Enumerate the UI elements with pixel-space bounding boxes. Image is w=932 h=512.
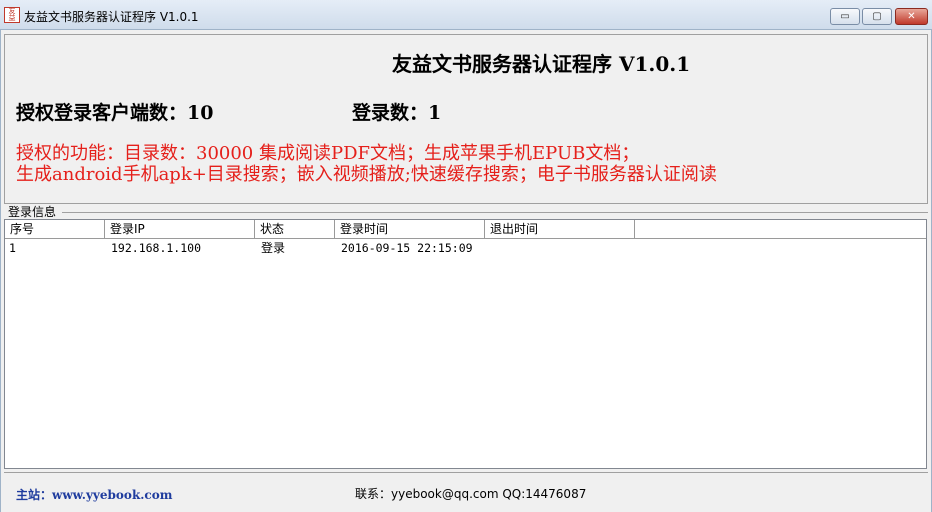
minimize-icon: ▭ xyxy=(840,11,850,22)
login-info-group-label: 登录信息 xyxy=(8,205,57,219)
maximize-icon: ▢ xyxy=(872,11,882,22)
column-header-login-time[interactable]: 登录时间 xyxy=(335,220,485,238)
cell-logout-time xyxy=(487,239,491,257)
window-title: 友益文书服务器认证程序 V1.0.1 xyxy=(24,10,199,24)
cell-status: 登录 xyxy=(261,241,286,255)
login-list[interactable]: 序号 登录IP 状态 登录时间 退出时间 1 192.168.1.100 登录 … xyxy=(4,219,927,469)
group-divider xyxy=(62,212,928,213)
authorized-clients-count: 授权登录客户端数：10 xyxy=(16,102,214,124)
column-header-status[interactable]: 状态 xyxy=(255,220,335,238)
app-heading: 友益文书服务器认证程序 V1.0.1 xyxy=(392,52,691,76)
cell-login-time: 2016-09-15 22:15:09 xyxy=(341,241,473,255)
features-line-2: 生成android手机apk+目录搜索；嵌入视频播放;快速缓存搜索；电子书服务器… xyxy=(16,164,717,185)
column-header-no[interactable]: 序号 xyxy=(5,220,105,238)
title-bar: 友益 友益文书服务器认证程序 V1.0.1 ▭ ▢ ✕ xyxy=(0,0,932,30)
column-header-logout-time[interactable]: 退出时间 xyxy=(485,220,635,238)
maximize-button[interactable]: ▢ xyxy=(862,8,892,25)
site-link[interactable]: 主站：www.yyebook.com xyxy=(16,486,172,503)
list-header: 序号 登录IP 状态 登录时间 退出时间 xyxy=(5,220,926,239)
minimize-button[interactable]: ▭ xyxy=(830,8,860,25)
column-header-ip[interactable]: 登录IP xyxy=(105,220,255,238)
cell-no: 1 xyxy=(9,241,16,255)
close-icon: ✕ xyxy=(907,11,916,22)
app-logo-icon: 友益 xyxy=(4,7,20,23)
login-count: 登录数：1 xyxy=(352,102,442,124)
close-button[interactable]: ✕ xyxy=(895,8,928,25)
cell-ip: 192.168.1.100 xyxy=(111,241,202,255)
table-row[interactable]: 1 192.168.1.100 登录 2016-09-15 22:15:09 xyxy=(5,239,926,257)
contact-info: 联系：yyebook@qq.com QQ:14476087 xyxy=(355,487,587,501)
